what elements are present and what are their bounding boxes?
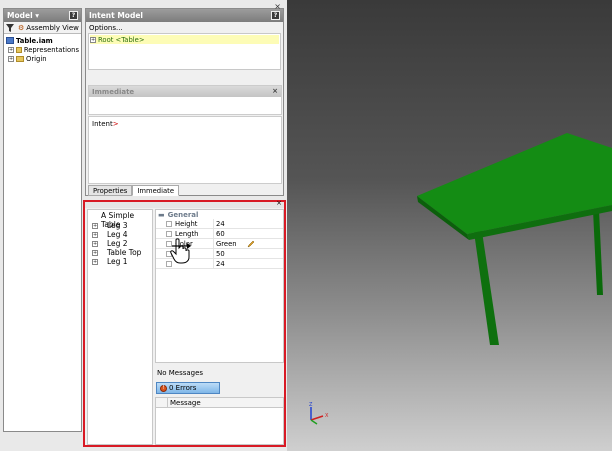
- part-tree: A Simple Table + Leg 3 + Leg 4 + Leg 2 +…: [87, 209, 153, 445]
- model-browser-panel: Model ▾ ? ⚙ Assembly View Table.iam + Re…: [3, 8, 82, 432]
- tree-item-representations[interactable]: + Representations: [6, 45, 79, 54]
- errors-button[interactable]: ! 0 Errors: [156, 382, 220, 394]
- intent-tabs: Properties Immediate: [88, 185, 180, 196]
- group-label: General: [167, 210, 199, 219]
- property-value-input[interactable]: Green: [213, 239, 245, 248]
- root-node-label: Root <Table>: [98, 35, 145, 44]
- folder-icon: [16, 46, 22, 53]
- immediate-title-text: Immediate: [92, 88, 135, 96]
- intent-root-node[interactable]: + Root <Table>: [90, 35, 279, 44]
- part-label: Leg 3: [107, 221, 128, 230]
- assembly-view-dropdown[interactable]: Assembly View: [26, 24, 79, 32]
- expand-icon[interactable]: +: [92, 258, 98, 265]
- expand-icon[interactable]: +: [8, 46, 14, 53]
- help-icon[interactable]: ?: [271, 11, 280, 20]
- assembly-file-icon: [6, 37, 14, 44]
- tab-properties[interactable]: Properties: [88, 185, 133, 196]
- property-group-general[interactable]: ▬ General: [156, 210, 283, 219]
- property-grid: ▬ General Height 24 Length 60 Color Gree…: [155, 209, 284, 363]
- expand-icon[interactable]: +: [90, 36, 96, 43]
- table-model-graphic: [417, 133, 612, 345]
- part-label: Leg 4: [107, 230, 128, 239]
- part-item-leg-2[interactable]: + Leg 2: [91, 239, 149, 248]
- property-value-input[interactable]: 60: [213, 229, 245, 238]
- svg-text:X: X: [325, 413, 329, 419]
- property-name: Length: [175, 229, 199, 238]
- model-toolbar: ⚙ Assembly View: [4, 22, 81, 34]
- intent-model-panel: × Intent Model ? Options... + Root <Tabl…: [85, 2, 284, 196]
- pencil-icon[interactable]: [247, 240, 255, 248]
- filter-icon[interactable]: [6, 23, 14, 32]
- part-item-leg-4[interactable]: + Leg 4: [91, 230, 149, 239]
- intent-panel-title: Intent Model ?: [86, 9, 283, 22]
- part-label: Leg 2: [107, 239, 128, 248]
- intent-prompt-label: Intent: [92, 120, 113, 128]
- expand-icon[interactable]: +: [8, 55, 14, 62]
- property-name: Height: [175, 219, 198, 228]
- model-panel-title[interactable]: Model ▾ ?: [4, 9, 81, 22]
- 3d-viewport[interactable]: Z X: [287, 0, 612, 451]
- help-icon[interactable]: ?: [69, 11, 78, 20]
- part-item-leg-3[interactable]: + Leg 3: [91, 221, 149, 230]
- options-menu[interactable]: Options...: [86, 22, 283, 33]
- folder-icon: [16, 55, 24, 62]
- property-panel-header: ×: [85, 199, 284, 208]
- tree-item-label: Origin: [26, 54, 47, 63]
- property-value-input[interactable]: 50: [213, 249, 245, 258]
- tree-item-origin[interactable]: + Origin: [6, 54, 79, 63]
- part-item-leg-1[interactable]: + Leg 1: [91, 257, 149, 266]
- message-column-header[interactable]: Message: [168, 398, 201, 407]
- table-leg: [473, 225, 499, 345]
- property-value-input[interactable]: 24: [213, 259, 245, 268]
- assembly-view-icon: ⚙: [18, 23, 25, 32]
- close-icon[interactable]: ×: [276, 199, 282, 207]
- table-leg: [593, 210, 603, 295]
- part-label: Leg 1: [107, 257, 128, 266]
- tree-item-label: Table.iam: [16, 36, 53, 45]
- part-tree-title[interactable]: A Simple Table: [91, 211, 149, 229]
- expand-icon[interactable]: +: [92, 231, 98, 238]
- expand-icon[interactable]: +: [92, 249, 98, 256]
- part-item-table-top[interactable]: + Table Top: [91, 248, 149, 257]
- immediate-pane-title: Immediate ×: [89, 86, 281, 97]
- messages-status: No Messages: [157, 369, 204, 377]
- hand-cursor-icon: [170, 238, 191, 264]
- intent-command-editor[interactable]: Intent>: [88, 116, 282, 184]
- tree-item-table-iam[interactable]: Table.iam: [6, 36, 79, 45]
- part-label: Table Top: [107, 248, 142, 257]
- expand-icon[interactable]: +: [92, 240, 98, 247]
- message-column-icon: [156, 398, 168, 407]
- model-tree: Table.iam + Representations + Origin: [4, 34, 81, 65]
- property-row-height[interactable]: Height 24: [156, 219, 283, 229]
- intent-panel-title-text: Intent Model: [89, 11, 143, 20]
- property-value-input[interactable]: 24: [213, 219, 245, 228]
- message-table-header: Message: [156, 398, 283, 408]
- collapse-icon[interactable]: ▬: [158, 211, 165, 219]
- tree-item-label: Representations: [23, 45, 79, 54]
- errors-button-label: 0 Errors: [169, 384, 197, 392]
- intent-prompt-symbol: >: [112, 120, 119, 128]
- immediate-pane: Immediate ×: [88, 85, 282, 115]
- tab-immediate[interactable]: Immediate: [132, 185, 180, 196]
- svg-text:Z: Z: [309, 402, 313, 408]
- error-icon: !: [160, 384, 167, 392]
- message-table: Message: [155, 397, 284, 445]
- axis-triad-icon: Z X: [309, 402, 329, 425]
- property-icon: [166, 230, 172, 237]
- model-panel-title-text: Model: [7, 11, 33, 20]
- expand-icon[interactable]: +: [92, 222, 98, 229]
- property-icon: [166, 220, 172, 227]
- close-icon[interactable]: ×: [272, 87, 278, 95]
- intent-tree: + Root <Table>: [88, 33, 281, 70]
